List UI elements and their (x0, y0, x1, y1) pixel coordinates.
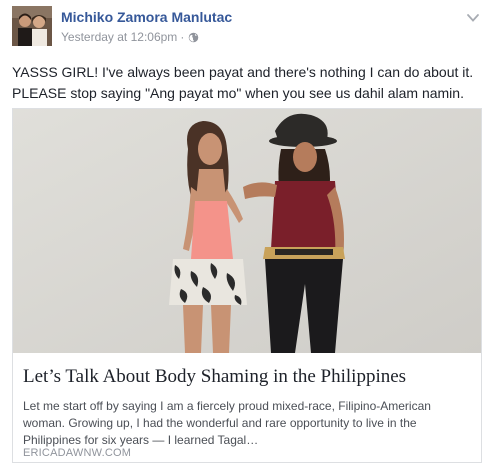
avatar[interactable] (12, 6, 52, 46)
chevron-down-icon[interactable] (465, 11, 481, 23)
post-text-line-2: PLEASE stop saying "Ang payat mo" when y… (12, 85, 464, 101)
article-photo[interactable] (13, 109, 481, 353)
post-meta: Yesterday at 12:06pm · (61, 30, 199, 44)
article-description: Let me start off by saying I am a fierce… (23, 398, 473, 449)
link-preview-card[interactable]: Let’s Talk About Body Shaming in the Phi… (12, 108, 482, 463)
article-description-line-1: Let me start off by saying I am a fierce… (23, 399, 431, 413)
meta-separator: · (180, 30, 185, 44)
avatar-photo (12, 6, 52, 46)
timestamp-link[interactable]: Yesterday at 12:06pm (61, 30, 177, 44)
facebook-post: Michiko Zamora Manlutac Yesterday at 12:… (0, 0, 493, 469)
globe-icon[interactable] (188, 32, 199, 43)
author-name[interactable]: Michiko Zamora Manlutac (61, 9, 232, 25)
article-description-line-2: woman. Growing up, I had the wonderful a… (23, 416, 417, 430)
two-women-laughing-photo (13, 109, 481, 353)
post-text-line-1: YASSS GIRL! I've always been payat and t… (12, 64, 474, 80)
post-text: YASSS GIRL! I've always been payat and t… (12, 62, 484, 104)
article-domain: ERICADAWNW.COM (23, 447, 132, 459)
article-title[interactable]: Let’s Talk About Body Shaming in the Phi… (23, 366, 406, 388)
